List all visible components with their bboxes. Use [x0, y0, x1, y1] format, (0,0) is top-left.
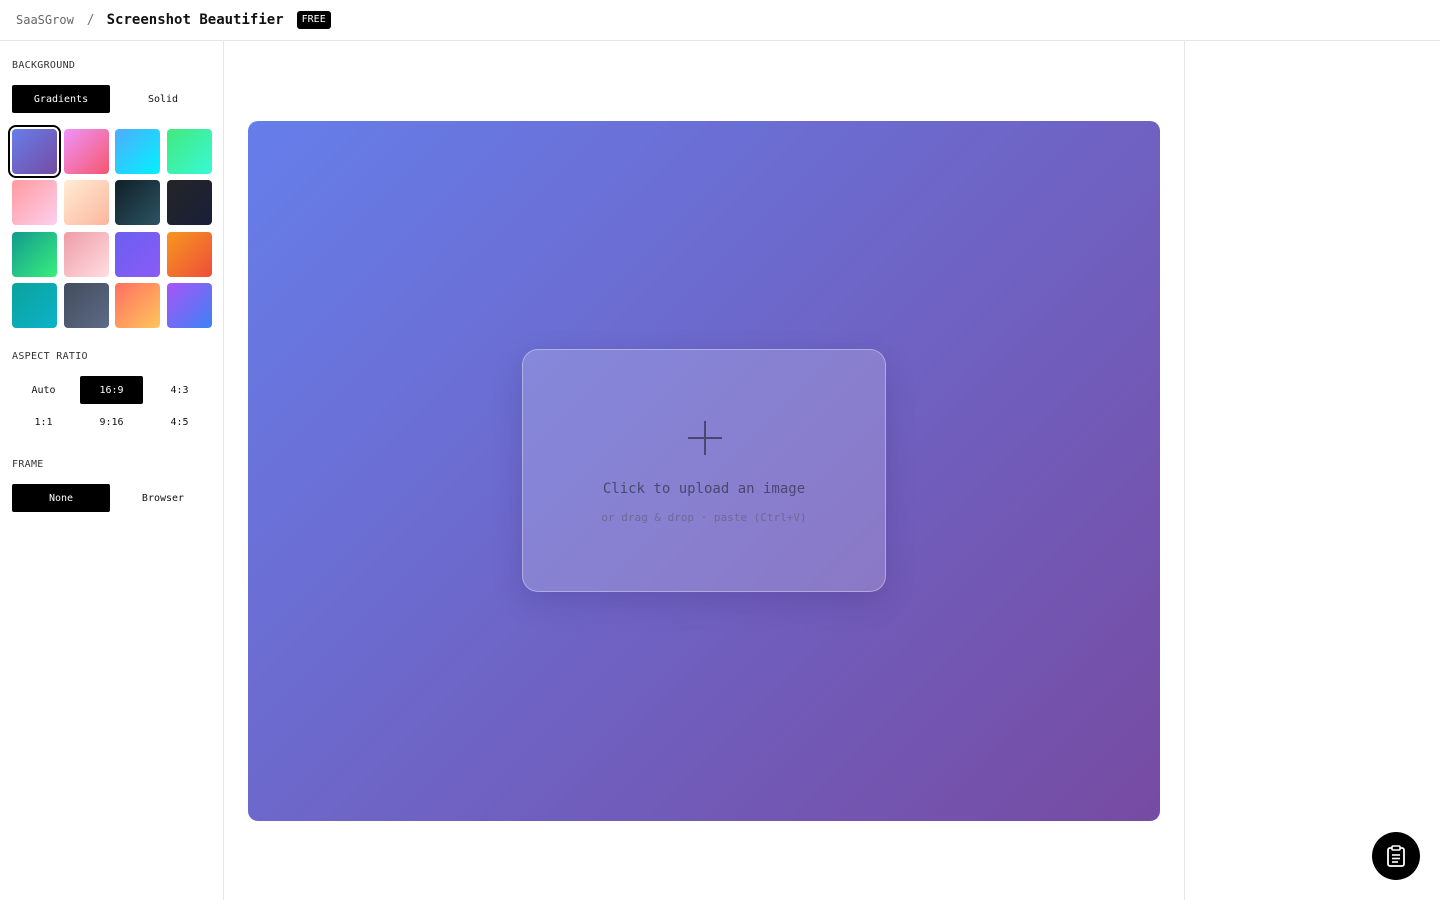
gradient-swatch-teal[interactable]: [12, 282, 57, 328]
page-title: Screenshot Beautifier: [106, 12, 284, 28]
frame-none[interactable]: None: [12, 484, 110, 512]
top-bar: SaaSGrow / Screenshot Beautifier FREE: [0, 0, 1440, 41]
gradient-swatch-indigo[interactable]: [115, 231, 160, 277]
gradient-swatch-soft-pink[interactable]: [12, 180, 57, 226]
settings-sidebar: BACKGROUND Gradients Solid ASPECT RATIO …: [0, 41, 224, 900]
gradient-swatch-sky-cyan[interactable]: [115, 129, 160, 174]
gradient-swatch-orange-fire[interactable]: [166, 231, 212, 277]
aspect-ratio-9-16[interactable]: 9:16: [80, 408, 143, 436]
gradient-swatch-emerald[interactable]: [12, 231, 57, 277]
background-section-label: BACKGROUND: [12, 60, 76, 71]
gradient-swatch-coral-sunrise[interactable]: [115, 282, 160, 328]
frame-browser[interactable]: Browser: [114, 484, 212, 512]
gradient-swatch-violet-blue[interactable]: [8, 125, 61, 178]
free-badge: FREE: [296, 11, 331, 29]
frame-section-label: FRAME: [12, 459, 44, 470]
aspect-ratio-auto[interactable]: Auto: [12, 376, 75, 404]
breadcrumb-parent-link[interactable]: SaaSGrow: [16, 13, 74, 27]
gradient-swatch-pink-rose[interactable]: [63, 129, 109, 174]
clipboard-fab-button[interactable]: [1372, 832, 1420, 880]
gradient-swatch-peach[interactable]: [63, 180, 109, 226]
gradient-swatch-mint[interactable]: [166, 129, 212, 174]
preview-canvas: Click to upload an image or drag & drop …: [248, 121, 1160, 821]
aspect-ratio-section-label: ASPECT RATIO: [12, 351, 88, 362]
gradient-swatch-blush[interactable]: [63, 231, 109, 277]
gradient-swatch-purple-blue[interactable]: [166, 282, 212, 328]
background-tab-gradients[interactable]: Gradients: [12, 85, 110, 113]
background-tab-solid[interactable]: Solid: [114, 85, 212, 113]
gradient-swatch-slate[interactable]: [63, 282, 109, 328]
aspect-ratio-16-9[interactable]: 16:9: [80, 376, 143, 404]
aspect-ratio-4-5[interactable]: 4:5: [148, 408, 211, 436]
upload-title: Click to upload an image: [602, 481, 806, 497]
aspect-ratio-4-3[interactable]: 4:3: [148, 376, 211, 404]
gradient-swatch-midnight[interactable]: [166, 180, 212, 226]
upload-subtitle: or drag & drop · paste (Ctrl+V): [601, 511, 807, 524]
breadcrumb-separator: /: [86, 12, 95, 28]
right-panel: [1184, 41, 1440, 900]
plus-icon: [688, 421, 722, 455]
upload-dropzone[interactable]: Click to upload an image or drag & drop …: [522, 349, 886, 592]
gradient-swatch-dark-teal[interactable]: [115, 180, 160, 226]
aspect-ratio-1-1[interactable]: 1:1: [12, 408, 75, 436]
clipboard-icon: [1387, 845, 1405, 867]
